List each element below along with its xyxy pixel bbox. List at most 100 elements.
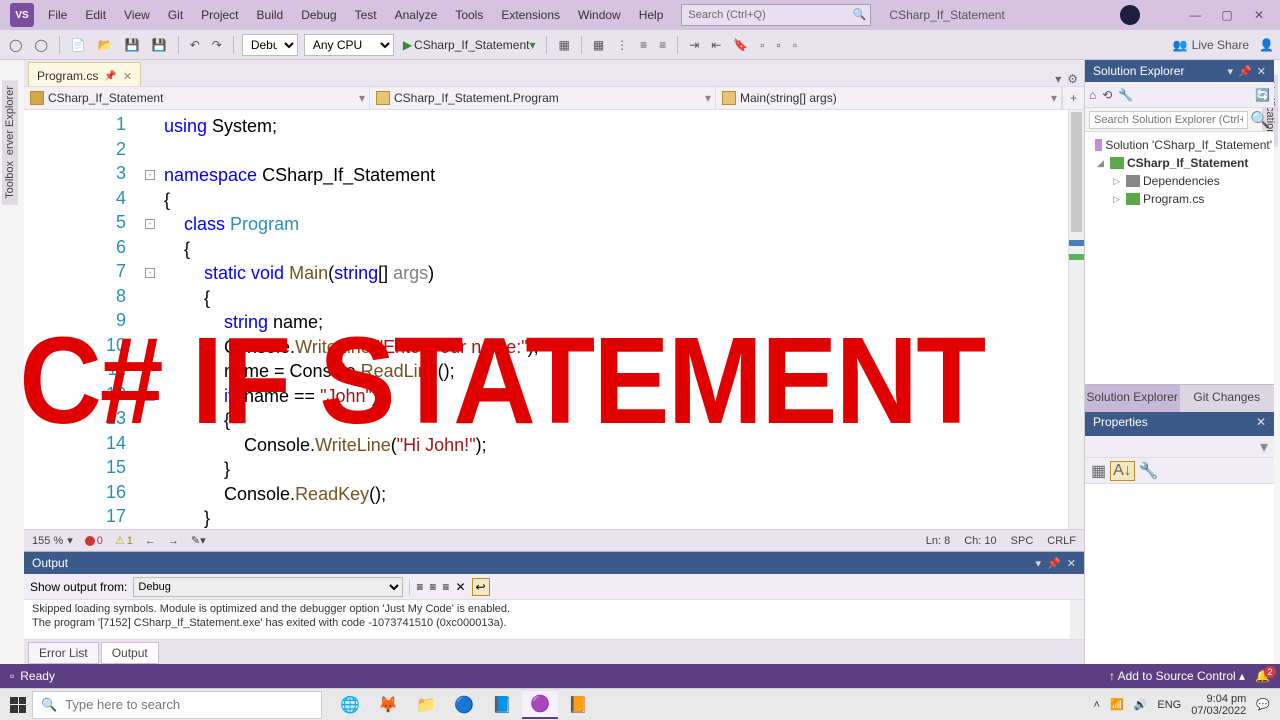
menu-test[interactable]: Test bbox=[347, 4, 385, 26]
se-refresh-icon[interactable]: 🔄 bbox=[1255, 88, 1270, 102]
error-count[interactable]: 0 bbox=[85, 535, 103, 547]
output-source-dropdown[interactable]: Debug bbox=[133, 577, 403, 597]
taskbar-ppt-icon[interactable]: 📙 bbox=[560, 691, 596, 719]
nav-prev-icon[interactable]: ← bbox=[145, 535, 156, 547]
code-editor[interactable]: 1234567891011121314151617 ---- using Sys… bbox=[24, 110, 1084, 529]
nav-project[interactable]: CSharp_If_Statement▾ bbox=[24, 87, 370, 109]
uncomment-icon[interactable]: ≡ bbox=[656, 36, 669, 54]
tray-network-icon[interactable]: 📶 bbox=[1110, 698, 1124, 711]
new-item-icon[interactable]: 📄 bbox=[68, 36, 89, 54]
platform-dropdown[interactable]: Any CPU bbox=[304, 34, 394, 56]
se-pin-icon[interactable]: 📌 bbox=[1238, 65, 1252, 78]
save-icon[interactable]: 💾 bbox=[122, 36, 143, 54]
menu-project[interactable]: Project bbox=[193, 4, 246, 26]
se-dependencies-node[interactable]: ▷Dependencies bbox=[1087, 172, 1272, 190]
menu-build[interactable]: Build bbox=[249, 4, 292, 26]
indent-icon[interactable]: ⇥ bbox=[686, 36, 702, 54]
se-home-icon[interactable]: ⌂ bbox=[1089, 88, 1096, 102]
menu-edit[interactable]: Edit bbox=[77, 4, 114, 26]
tray-chevron-icon[interactable]: ˄ bbox=[1094, 699, 1100, 711]
doc-gear-icon[interactable]: ⚙ bbox=[1067, 72, 1078, 86]
menu-file[interactable]: File bbox=[40, 4, 75, 26]
open-icon[interactable]: 📂 bbox=[95, 36, 116, 54]
taskbar-firefox-icon[interactable]: 🦊 bbox=[370, 691, 406, 719]
menu-git[interactable]: Git bbox=[160, 4, 191, 26]
menu-tools[interactable]: Tools bbox=[447, 4, 491, 26]
toolbox-tab[interactable]: Toolbox bbox=[2, 155, 18, 205]
undo-icon[interactable]: ↶ bbox=[187, 36, 203, 54]
live-share-button[interactable]: 👥 Live Share bbox=[1173, 38, 1249, 52]
se-tree[interactable]: Solution 'CSharp_If_Statement' ◢CSharp_I… bbox=[1085, 132, 1274, 384]
tab-solution-explorer[interactable]: Solution Explorer bbox=[1085, 385, 1180, 412]
se-tool-icon[interactable]: 🔧 bbox=[1118, 88, 1133, 102]
tool-icon-2[interactable]: ▦ bbox=[590, 36, 607, 54]
output-tool-3[interactable]: ≡ bbox=[442, 580, 449, 594]
add-source-control[interactable]: ↑ Add to Source Control ▴ bbox=[1109, 669, 1245, 683]
props-selector[interactable]: ▾ bbox=[1085, 436, 1274, 458]
props-cat-icon[interactable]: ▦ bbox=[1091, 461, 1106, 481]
maximize-button[interactable]: ▢ bbox=[1220, 8, 1234, 22]
se-project-node[interactable]: ◢CSharp_If_Statement bbox=[1087, 154, 1272, 172]
editor-scrollbar[interactable] bbox=[1068, 110, 1084, 529]
code-content[interactable]: using System; namespace CSharp_If_Statem… bbox=[158, 110, 1068, 529]
output-tool-1[interactable]: ≡ bbox=[416, 580, 423, 594]
user-avatar[interactable] bbox=[1120, 5, 1140, 25]
comment-icon[interactable]: ≡ bbox=[637, 36, 650, 54]
nav-fwd-icon[interactable]: ◯ bbox=[31, 36, 50, 54]
warning-count[interactable]: ⚠1 bbox=[115, 534, 133, 547]
output-pin-icon[interactable]: 📌 bbox=[1047, 557, 1061, 570]
tray-lang[interactable]: ENG bbox=[1157, 699, 1181, 711]
nav-next-icon[interactable]: → bbox=[168, 535, 179, 547]
se-dropdown-icon[interactable]: ▾ bbox=[1228, 65, 1234, 78]
quick-search[interactable]: Search (Ctrl+Q) 🔍 bbox=[681, 4, 871, 26]
tool-icon-1[interactable]: ▦ bbox=[555, 36, 572, 54]
nav-back-icon[interactable]: ◯ bbox=[6, 36, 25, 54]
redo-icon[interactable]: ↷ bbox=[209, 36, 225, 54]
issue-dropdown-icon[interactable]: ✎▾ bbox=[191, 534, 206, 547]
indent-mode[interactable]: SPC bbox=[1011, 535, 1034, 547]
menu-debug[interactable]: Debug bbox=[293, 4, 344, 26]
output-text[interactable]: Skipped loading symbols. Module is optim… bbox=[24, 600, 1084, 640]
se-solution-node[interactable]: Solution 'CSharp_If_Statement' bbox=[1087, 136, 1272, 154]
taskbar-search[interactable]: 🔍Type here to search bbox=[32, 691, 322, 719]
taskbar-vs-icon[interactable]: 🟣 bbox=[522, 691, 558, 719]
taskbar-chrome-icon[interactable]: 🔵 bbox=[446, 691, 482, 719]
props-wrench-icon[interactable]: 🔧 bbox=[1139, 461, 1159, 481]
output-scrollbar[interactable] bbox=[1070, 600, 1084, 639]
scrollbar-thumb[interactable] bbox=[1071, 112, 1082, 232]
outdent-icon[interactable]: ⇤ bbox=[708, 36, 724, 54]
close-button[interactable]: ✕ bbox=[1252, 8, 1266, 22]
nav-method[interactable]: Main(string[] args)▾ bbox=[716, 87, 1062, 109]
menu-analyze[interactable]: Analyze bbox=[387, 4, 446, 26]
menu-window[interactable]: Window bbox=[570, 4, 629, 26]
taskbar-word-icon[interactable]: 📘 bbox=[484, 691, 520, 719]
save-all-icon[interactable]: 💾 bbox=[149, 36, 170, 54]
doc-tab-program[interactable]: Program.cs 📌 ✕ bbox=[28, 62, 141, 86]
tool-icon-4[interactable]: ▫ bbox=[757, 36, 767, 54]
start-button[interactable] bbox=[4, 691, 32, 719]
tray-clock[interactable]: 9:04 pm07/03/2022 bbox=[1191, 693, 1246, 717]
close-tab-icon[interactable]: ✕ bbox=[123, 70, 132, 83]
nav-class[interactable]: CSharp_If_Statement.Program▾ bbox=[370, 87, 716, 109]
menu-help[interactable]: Help bbox=[631, 4, 672, 26]
se-search-icon[interactable]: 🔍 bbox=[1250, 110, 1270, 130]
se-close-icon[interactable]: ✕ bbox=[1257, 65, 1266, 78]
output-clear-icon[interactable]: ✕ bbox=[455, 580, 465, 594]
config-dropdown[interactable]: Debug bbox=[242, 34, 298, 56]
se-search-input[interactable] bbox=[1089, 111, 1248, 129]
taskbar-edge-icon[interactable]: 🌐 bbox=[332, 691, 368, 719]
output-dropdown-icon[interactable]: ▾ bbox=[1036, 557, 1042, 570]
taskbar-explorer-icon[interactable]: 📁 bbox=[408, 691, 444, 719]
doc-dropdown-icon[interactable]: ▾ bbox=[1055, 72, 1061, 86]
pin-icon[interactable]: 📌 bbox=[104, 71, 116, 82]
props-az-icon[interactable]: A↓ bbox=[1110, 461, 1135, 481]
zoom-level[interactable]: 155 % ▾ bbox=[32, 534, 73, 547]
output-close-icon[interactable]: ✕ bbox=[1067, 557, 1076, 570]
output-tool-2[interactable]: ≡ bbox=[429, 580, 436, 594]
tool-icon-6[interactable]: ▫ bbox=[790, 36, 800, 54]
menu-extensions[interactable]: Extensions bbox=[493, 4, 568, 26]
tool-icon-3[interactable]: ⋮ bbox=[613, 36, 631, 54]
se-file-node[interactable]: ▷Program.cs bbox=[1087, 190, 1272, 208]
tab-git-changes[interactable]: Git Changes bbox=[1180, 385, 1275, 412]
line-ending[interactable]: CRLF bbox=[1047, 535, 1076, 547]
